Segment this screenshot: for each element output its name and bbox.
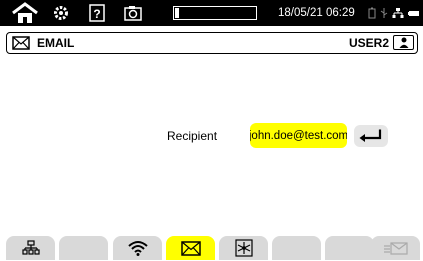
power-icon — [408, 11, 419, 16]
tab-empty-2[interactable] — [59, 236, 108, 260]
tab-empty-7[interactable] — [325, 236, 374, 260]
network-icon — [21, 240, 40, 255]
star-network-icon — [234, 239, 253, 257]
camera-icon[interactable] — [120, 0, 146, 26]
tab-star-network[interactable] — [219, 236, 268, 260]
tab-send-email[interactable] — [371, 236, 420, 260]
tab-network[interactable] — [6, 236, 55, 260]
status-icons — [368, 0, 420, 26]
recipient-input[interactable]: john.doe@test.com — [250, 123, 347, 148]
enter-button[interactable] — [354, 125, 388, 147]
help-icon[interactable]: ? — [84, 0, 110, 26]
email-icon — [180, 240, 201, 256]
svg-text:?: ? — [93, 7, 100, 21]
datetime: 18/05/21 06:29 — [278, 7, 355, 19]
page-title: EMAIL — [37, 36, 75, 50]
email-icon — [12, 36, 30, 50]
memory-bar-fill — [175, 8, 180, 18]
memory-bar — [173, 6, 257, 20]
title-bar: EMAIL USER2 — [6, 32, 418, 54]
user-label: USER2 — [348, 36, 389, 50]
status-bar: ? 18/05/21 06:29 — [0, 0, 423, 26]
user-button[interactable] — [393, 35, 414, 50]
network-icon — [392, 8, 404, 18]
tab-email[interactable] — [166, 236, 215, 260]
user-icon — [399, 37, 408, 48]
tab-wifi[interactable] — [113, 236, 162, 260]
send-email-icon — [383, 241, 408, 255]
home-icon[interactable] — [6, 0, 44, 26]
usb-icon — [380, 8, 388, 18]
wifi-icon — [127, 241, 148, 256]
battery-icon — [368, 7, 376, 19]
enter-icon — [359, 129, 382, 142]
email-settings-screen: ? 18/05/21 06:29 EMAIL USER2 Recipient j… — [0, 0, 423, 261]
tab-bar — [6, 236, 420, 261]
recipient-label: Recipient — [167, 129, 218, 143]
tab-empty-6[interactable] — [272, 236, 321, 260]
settings-icon[interactable] — [48, 0, 74, 26]
